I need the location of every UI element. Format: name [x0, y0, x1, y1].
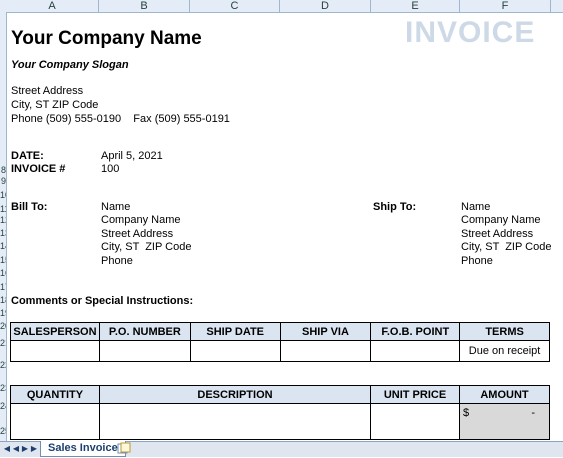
cell-terms[interactable]: Due on receipt	[459, 340, 550, 362]
cell-unit-price[interactable]	[370, 403, 460, 440]
comments-label[interactable]: Comments or Special Instructions:	[11, 295, 193, 307]
insert-sheet-icon[interactable]	[114, 442, 132, 455]
row-header[interactable]: 22	[0, 360, 6, 370]
row-header[interactable]: 14	[0, 241, 6, 251]
cell-fob-point[interactable]	[370, 340, 461, 362]
row-header[interactable]: 24	[0, 401, 6, 411]
row-header[interactable]: 16	[0, 268, 6, 278]
cell-description[interactable]	[99, 403, 371, 440]
row-header[interactable]: 13	[0, 228, 6, 238]
items-table: QUANTITY DESCRIPTION UNIT PRICE AMOUNT $…	[10, 385, 550, 440]
row-header[interactable]: 19	[0, 308, 6, 318]
amount-currency: $	[463, 407, 470, 419]
column-header-e[interactable]: E	[371, 0, 460, 12]
company-name[interactable]: Your Company Name	[11, 28, 202, 50]
header-terms[interactable]: TERMS	[459, 322, 550, 341]
header-unit-price[interactable]: UNIT PRICE	[370, 385, 460, 404]
bill-to-name[interactable]: Name	[101, 201, 130, 213]
row-header[interactable]: 23	[0, 383, 6, 393]
row-header[interactable]: 11	[0, 204, 6, 214]
bill-to-company[interactable]: Company Name	[101, 214, 180, 226]
ship-to-city[interactable]: City, ST ZIP Code	[461, 241, 551, 253]
header-salesperson[interactable]: SALESPERSON	[10, 322, 100, 341]
column-header-d[interactable]: D	[280, 0, 371, 12]
header-fob-point[interactable]: F.O.B. POINT	[370, 322, 461, 341]
header-ship-via[interactable]: SHIP VIA	[279, 322, 372, 341]
row-header[interactable]: 12	[0, 215, 6, 225]
row-header[interactable]: 8	[0, 165, 6, 175]
prev-sheet-icon[interactable]: ◀	[12, 444, 20, 454]
row-header[interactable]: 17	[0, 282, 6, 292]
ship-to-street[interactable]: Street Address	[461, 228, 533, 240]
row-header[interactable]: 18	[0, 295, 6, 305]
invoice-number-value[interactable]: 100	[101, 163, 119, 175]
cell-quantity[interactable]	[10, 403, 100, 440]
sheet-tab-sales-invoice[interactable]: Sales Invoice	[40, 441, 126, 457]
row-header[interactable]: 21	[0, 338, 6, 348]
row-header[interactable]: 15	[0, 255, 6, 265]
header-amount[interactable]: AMOUNT	[459, 385, 550, 404]
column-header-c[interactable]: C	[190, 0, 280, 12]
column-header-a[interactable]: A	[6, 0, 99, 12]
invoice-title[interactable]: INVOICE	[405, 16, 535, 50]
row-header[interactable]: 20	[0, 321, 6, 331]
cell-ship-via[interactable]	[279, 340, 372, 362]
company-city[interactable]: City, ST ZIP Code	[11, 99, 98, 111]
company-phone-fax[interactable]: Phone (509) 555-0190 Fax (509) 555-0191	[11, 113, 230, 125]
column-header-b[interactable]: B	[99, 0, 190, 12]
cell-amount[interactable]: $ -	[459, 403, 550, 440]
invoice-number-label: INVOICE #	[11, 163, 66, 175]
company-slogan[interactable]: Your Company Slogan	[11, 59, 129, 71]
header-description[interactable]: DESCRIPTION	[99, 385, 371, 404]
ship-to-phone[interactable]: Phone	[461, 255, 493, 267]
next-sheet-icon[interactable]: ▶	[21, 444, 29, 454]
header-ship-date[interactable]: SHIP DATE	[189, 322, 281, 341]
ship-to-name[interactable]: Name	[461, 201, 490, 213]
ship-to-label: Ship To:	[373, 201, 417, 213]
order-info-table: SALESPERSON P.O. NUMBER SHIP DATE SHIP V…	[10, 322, 550, 362]
company-street[interactable]: Street Address	[11, 85, 83, 97]
bill-to-city[interactable]: City, ST ZIP Code	[101, 241, 191, 253]
cell-po-number[interactable]	[98, 340, 191, 362]
ship-to-company[interactable]: Company Name	[461, 214, 540, 226]
date-label: DATE:	[11, 150, 44, 162]
bill-to-label: Bill To:	[11, 201, 48, 213]
column-header-bar: A B C D E F	[0, 0, 563, 13]
row-header[interactable]: 9	[0, 176, 6, 186]
amount-value: -	[531, 407, 535, 419]
cell-ship-date[interactable]	[189, 340, 281, 362]
row-header[interactable]: 10	[0, 190, 6, 200]
header-po-number[interactable]: P.O. NUMBER	[98, 322, 191, 341]
row-header-bar: 8 9 10 11 12 13 14 15 16 17 18 19 20 21 …	[0, 12, 7, 441]
row-header[interactable]: 25	[0, 426, 6, 436]
bill-to-phone[interactable]: Phone	[101, 255, 133, 267]
header-quantity[interactable]: QUANTITY	[10, 385, 100, 404]
last-sheet-icon[interactable]: ▶	[30, 444, 38, 454]
bill-to-street[interactable]: Street Address	[101, 228, 173, 240]
column-header-f[interactable]: F	[460, 0, 551, 12]
first-sheet-icon[interactable]: ◀	[3, 444, 11, 454]
cell-salesperson[interactable]	[10, 340, 100, 362]
date-value[interactable]: April 5, 2021	[101, 150, 163, 162]
